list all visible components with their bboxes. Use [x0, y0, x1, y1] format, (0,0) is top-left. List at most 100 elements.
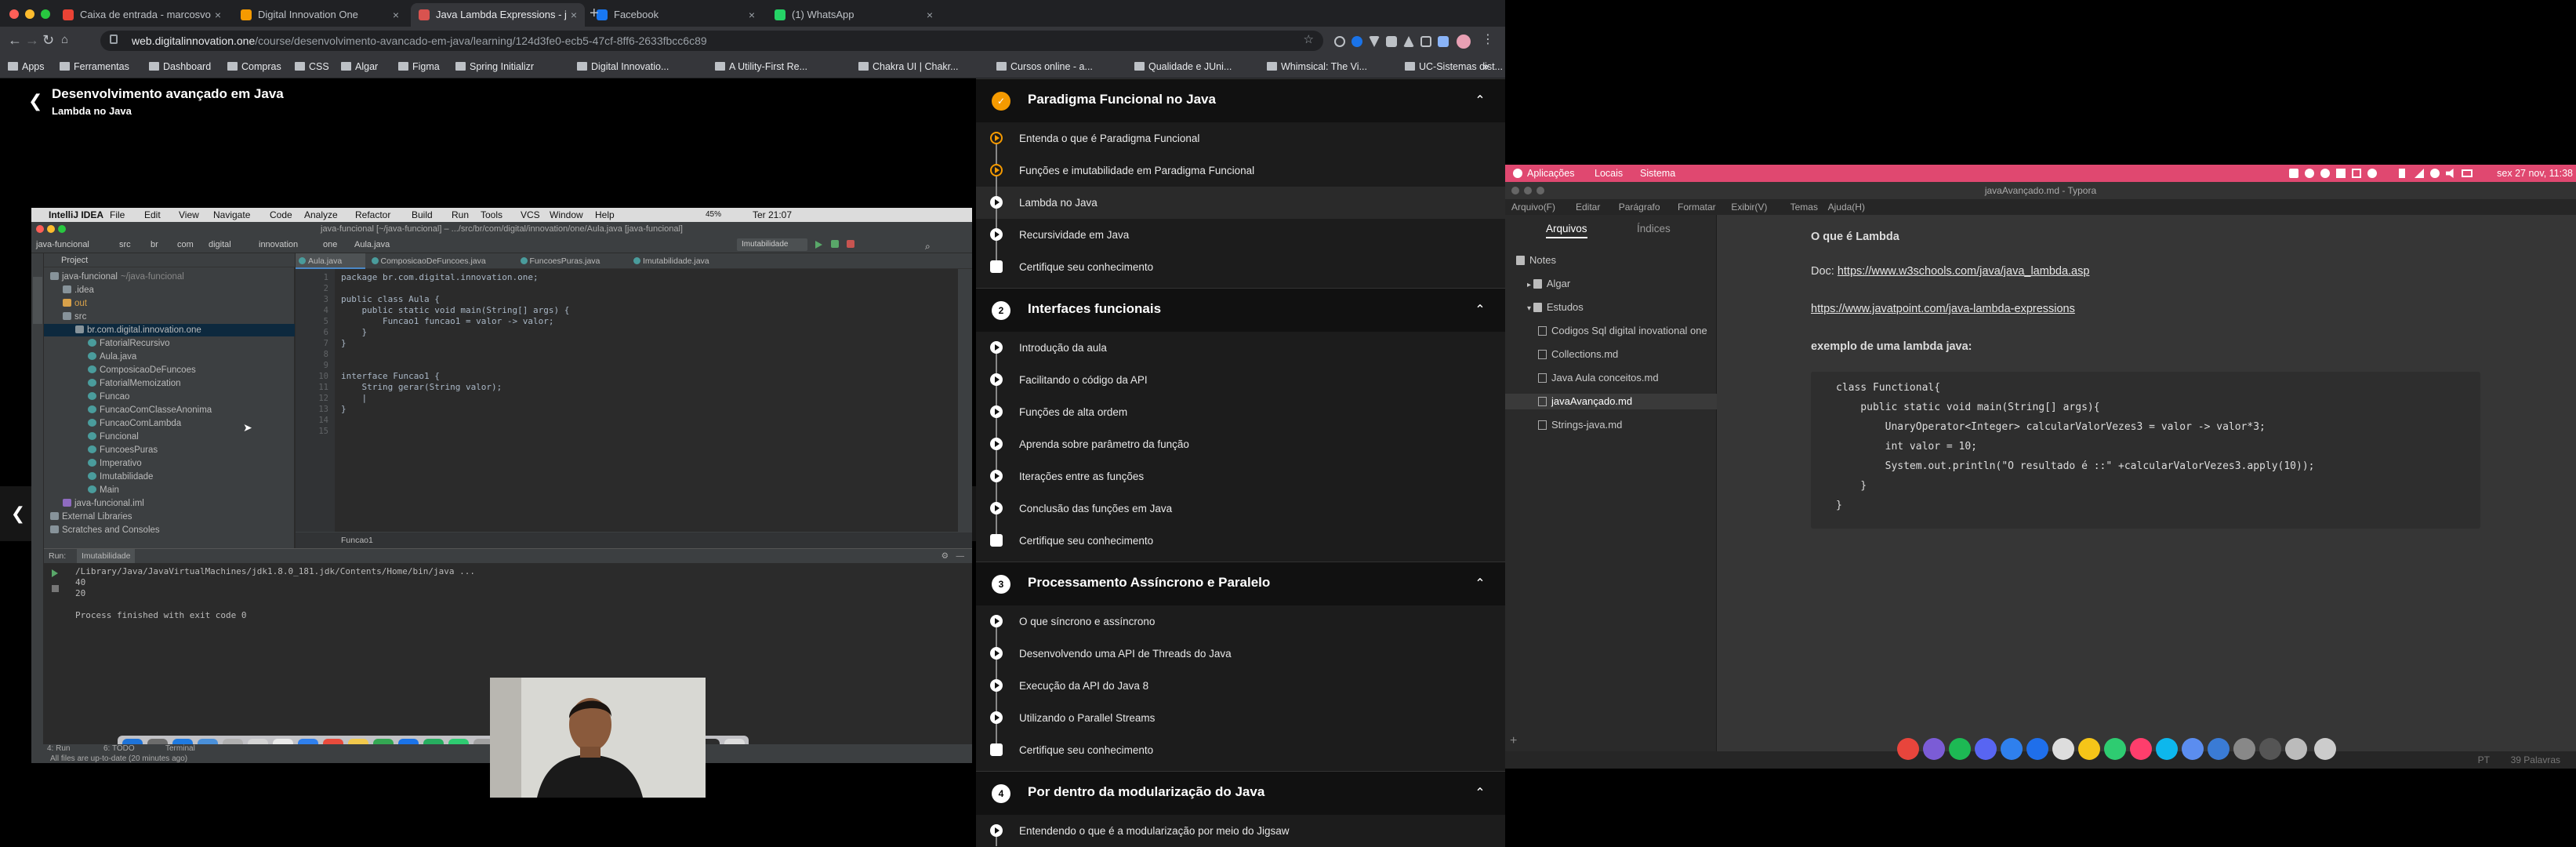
dock-app-icon[interactable]	[2156, 738, 2178, 760]
files-tab[interactable]: Arquivos	[1546, 221, 1587, 238]
bluetooth-icon[interactable]	[2399, 169, 2405, 178]
tree-node[interactable]: External Libraries	[50, 511, 132, 523]
ide-menu-item[interactable]: Run	[452, 208, 469, 222]
back-arrow-icon[interactable]: ❮	[28, 91, 42, 111]
lesson-item[interactable]: Conclusão das funções em Java	[976, 493, 1505, 525]
tree-node[interactable]: Imperativo	[88, 457, 142, 470]
chevron-up-icon[interactable]: ⌃	[1472, 786, 1488, 802]
settings-icon[interactable]	[2314, 738, 2336, 760]
ide-menu-item[interactable]: Build	[412, 208, 433, 222]
tree-node[interactable]: java-funcional.iml	[63, 497, 144, 510]
code-line[interactable]: }	[341, 404, 346, 415]
top-bar-menu[interactable]: Sistema	[1640, 165, 1675, 182]
tray-icon[interactable]	[2289, 169, 2298, 178]
tree-node[interactable]: Funcional	[88, 431, 139, 443]
breadcrumb-item[interactable]: br	[151, 236, 158, 253]
close-window-button[interactable]	[36, 225, 44, 233]
w3schools-link[interactable]: https://www.w3schools.com/java/java_lamb…	[1838, 265, 2090, 278]
top-bar-menu[interactable]: Aplicações	[1527, 165, 1574, 182]
lesson-item[interactable]: Aprenda sobre parâmetro da função	[976, 428, 1505, 460]
editor-tab[interactable]: Imutabilidade.java	[630, 253, 746, 269]
lesson-item[interactable]: Entenda o que é Paradigma Funcional	[976, 122, 1505, 154]
bookmark-item[interactable]: Cursos online - a...	[996, 55, 1093, 78]
bookmark-item[interactable]: Dashboard	[149, 55, 211, 78]
breadcrumb-item[interactable]: digital	[209, 236, 231, 253]
debug-icon[interactable]	[831, 240, 839, 248]
rerun-icon[interactable]	[52, 569, 58, 577]
bookmark-item[interactable]: A Utility-First Re...	[715, 55, 807, 78]
dock-app-icon[interactable]	[2052, 738, 2074, 760]
add-file-button[interactable]: +	[1510, 734, 1517, 748]
bookmark-item[interactable]: Spring Initializr	[455, 55, 534, 78]
typora-menu-item[interactable]: Formatar	[1678, 199, 1716, 215]
typora-menu-item[interactable]: Parágrafo	[1619, 199, 1660, 215]
ide-menu-item[interactable]: Code	[270, 208, 292, 222]
volume-icon[interactable]	[2446, 169, 2454, 178]
breadcrumb-item[interactable]: Aula.java	[354, 236, 390, 253]
gear-icon[interactable]: ⚙	[942, 549, 949, 563]
stop-icon[interactable]	[847, 240, 854, 248]
extension-icon[interactable]	[1386, 36, 1397, 47]
lesson-item[interactable]: Funções de alta ordem	[976, 396, 1505, 428]
close-tab-icon[interactable]: ×	[749, 3, 755, 27]
bookmark-item[interactable]: Ferramentas	[60, 55, 129, 78]
code-editor[interactable]: Aula.java ComposicaoDeFuncoes.java Funcoes…	[296, 253, 972, 548]
bookmark-item[interactable]: Chakra UI | Chakr...	[858, 55, 959, 78]
dock-app-icon[interactable]	[2259, 738, 2281, 760]
browser-tab[interactable]: (1) WhatsApp ×	[767, 3, 941, 27]
extension-icon[interactable]	[1334, 36, 1345, 47]
lesson-item[interactable]: Certifique seu conhecimento	[976, 525, 1505, 557]
tree-node[interactable]: java-funcional ~/java-funcional	[50, 271, 184, 283]
breadcrumb-item[interactable]: src	[119, 236, 131, 253]
tray-icon[interactable]	[2430, 169, 2440, 178]
lesson-item[interactable]: Funções e imutabilidade em Paradigma Fun…	[976, 154, 1505, 187]
file-item[interactable]: Strings-java.md	[1538, 417, 1622, 433]
file-item[interactable]: javaAvançado.md	[1505, 394, 1717, 409]
dock-app-icon[interactable]	[1923, 738, 1945, 760]
tray-icon[interactable]	[2336, 169, 2346, 178]
lesson-item[interactable]: Certifique seu conhecimento	[976, 734, 1505, 766]
battery-icon[interactable]	[2462, 169, 2473, 177]
minimize-window-button[interactable]	[1524, 187, 1532, 194]
tool-window-tab[interactable]: 6: TODO	[103, 744, 135, 753]
code-line[interactable]: class Functional{	[1836, 378, 1940, 398]
editor-tab[interactable]: Aula.java	[296, 253, 365, 269]
dock-app-icon[interactable]	[1975, 738, 1997, 760]
system-clock[interactable]: sex 27 nov, 11:38	[2497, 165, 2573, 182]
module-header[interactable]: ✓ Paradigma Funcional no Java ⌃	[976, 78, 1505, 122]
editor-tab[interactable]: ComposicaoDeFuncoes.java	[368, 253, 514, 269]
dock-app-icon[interactable]	[1949, 738, 1971, 760]
close-window-button[interactable]	[1511, 187, 1519, 194]
lesson-item[interactable]: Iterações entre as funções	[976, 460, 1505, 493]
typora-menu-item[interactable]: Ajuda(H)	[1828, 199, 1865, 215]
module-header[interactable]: 3 Processamento Assíncrono e Paralelo ⌃	[976, 562, 1505, 605]
maximize-window-button[interactable]	[41, 9, 50, 19]
dock-app-icon[interactable]	[2285, 738, 2307, 760]
wifi-icon[interactable]	[2415, 169, 2424, 178]
back-icon[interactable]: ←	[8, 31, 22, 49]
code-line[interactable]: int valor = 10;	[1836, 437, 1977, 457]
bookmark-item[interactable]: Algar	[341, 55, 378, 78]
code-line[interactable]: }	[1836, 496, 1842, 516]
reload-icon[interactable]: ↻	[42, 31, 54, 49]
tree-node[interactable]: Main	[88, 484, 119, 496]
code-line[interactable]: System.out.println("O resultado é ::" +c…	[1836, 456, 2315, 477]
address-bar[interactable]: web.digitalinnovation.one/course/desenvo…	[100, 31, 1323, 51]
code-line[interactable]: Funcao1 funcao1 = valor -> valor;	[341, 316, 554, 327]
module-header[interactable]: 4 Por dentro da modularização do Java ⌃	[976, 771, 1505, 815]
tree-node[interactable]: Imutabilidade	[88, 471, 153, 483]
bookmark-item[interactable]: Qualidade e JUni...	[1134, 55, 1232, 78]
tray-icon[interactable]	[2367, 169, 2377, 178]
extension-icon[interactable]	[1369, 36, 1380, 47]
breadcrumb-item[interactable]: java-funcional	[36, 236, 89, 253]
breadcrumb-item[interactable]: com	[177, 236, 194, 253]
code-block[interactable]: class Functional{ public static void mai…	[1811, 372, 2480, 529]
tree-node[interactable]: br.com.digital.innovation.one	[44, 324, 295, 336]
code-line[interactable]: UnaryOperator<Integer> calcularValorVeze…	[1836, 417, 2266, 438]
chevron-up-icon[interactable]: ⌃	[1472, 93, 1488, 109]
module-header[interactable]: 2 Interfaces funcionais ⌃	[976, 288, 1505, 332]
close-tab-icon[interactable]: ×	[927, 3, 933, 27]
ide-menu-item[interactable]: Navigate	[213, 208, 250, 222]
ide-menu-item[interactable]: File	[110, 208, 125, 222]
run-config-select[interactable]: Imutabilidade	[737, 238, 807, 251]
